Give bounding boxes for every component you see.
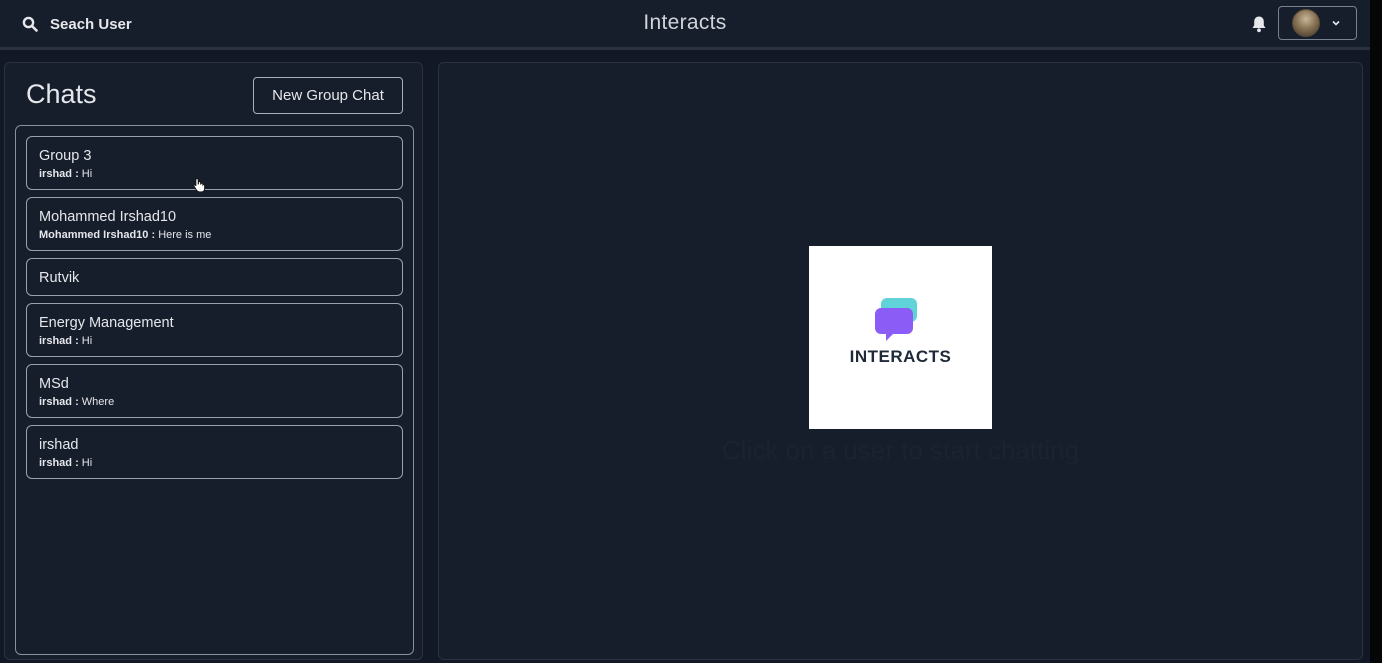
avatar [1292,9,1320,37]
hand-cursor-icon [193,177,206,198]
chat-sender: irshad : [39,396,79,408]
chat-item-rutvik[interactable]: Rutvik [26,258,403,296]
bell-icon[interactable] [1249,14,1269,34]
chats-title: Chats [26,79,97,109]
chat-name: Mohammed Irshad10 [39,209,177,225]
chat-sender: irshad : [39,457,79,469]
chat-item-energy-management[interactable]: Energy Management irshad : Hi [26,303,403,357]
chat-name: Energy Management [39,315,174,331]
top-bar: Seach User Interacts [0,0,1370,50]
logo-text: INTERACTS [849,347,952,366]
chats-sidebar: Chats New Group Chat Group 3 irshad : Hi… [4,62,423,660]
chevron-down-icon [1331,14,1341,32]
chat-name: MSd [39,376,69,392]
chat-message: Hi [81,457,93,469]
chat-preview: irshad : Hi [39,457,390,470]
chat-message: Hi [81,168,93,180]
chat-item-msd[interactable]: MSd irshad : Where [26,364,403,418]
profile-menu-button[interactable] [1278,6,1357,40]
chat-item-irshad[interactable]: irshad irshad : Hi [26,425,403,479]
app-title: Interacts [643,11,727,34]
chat-message: Hi [81,335,93,347]
interacts-logo: INTERACTS [809,246,992,429]
chat-name: Group 3 [39,148,92,164]
chat-panel: INTERACTS Click on a user to start chatt… [438,62,1363,660]
chat-name: irshad [39,437,79,453]
chat-sender: irshad : [39,168,79,180]
chat-list[interactable]: Group 3 irshad : Hi Mohammed Irshad10 Mo… [15,125,414,655]
chat-preview: irshad : Where [39,396,390,409]
chat-name: Rutvik [39,270,80,286]
empty-state-message: Click on a user to start chatting [722,435,1079,465]
chat-item-mohammed-irshad10[interactable]: Mohammed Irshad10 Mohammed Irshad10 : He… [26,197,403,251]
chat-preview: irshad : Hi [39,335,390,348]
chat-sender: Mohammed Irshad10 : [39,229,156,241]
chat-message: Here is me [158,229,212,241]
chat-preview: Mohammed Irshad10 : Here is me [39,229,390,242]
new-group-chat-button[interactable]: New Group Chat [253,77,403,114]
chat-message: Where [81,396,115,408]
chat-preview: irshad : Hi [39,168,390,181]
window-edge [1370,0,1382,663]
chat-bubbles-icon [875,296,925,347]
chat-item-group-3[interactable]: Group 3 irshad : Hi [26,136,403,190]
chat-sender: irshad : [39,335,79,347]
